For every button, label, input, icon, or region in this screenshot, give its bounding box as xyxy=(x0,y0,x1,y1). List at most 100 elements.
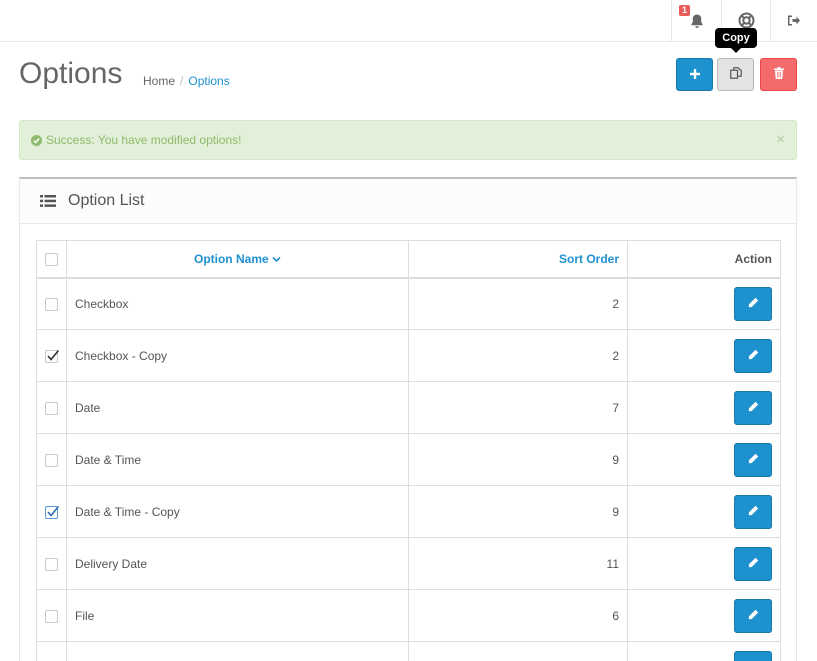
notifications-button[interactable]: 1 xyxy=(671,0,721,41)
trash-icon xyxy=(773,67,784,82)
row-checkbox[interactable] xyxy=(45,349,60,363)
sort-order-cell: 6 xyxy=(408,589,628,642)
breadcrumb-separator: / xyxy=(180,74,184,88)
life-ring-icon xyxy=(738,12,755,29)
select-all-checkbox[interactable] xyxy=(45,252,58,266)
checkmark-icon xyxy=(47,505,60,517)
option-name-cell xyxy=(66,641,409,661)
option-name-header: Option Name xyxy=(66,240,409,279)
chevron-down-icon xyxy=(272,252,281,266)
edit-button[interactable] xyxy=(734,598,772,633)
copy-icon xyxy=(729,67,742,82)
page-title: Options xyxy=(19,57,123,90)
sort-order-header: Sort Order xyxy=(408,240,628,279)
breadcrumb-home-link[interactable]: Home xyxy=(143,74,175,88)
copy-button[interactable] xyxy=(717,58,754,91)
action-cell xyxy=(627,381,781,434)
edit-button[interactable] xyxy=(734,650,772,661)
option-name-cell: Date xyxy=(66,381,409,434)
sort-by-order-link[interactable]: Sort Order xyxy=(559,252,619,266)
action-cell xyxy=(627,537,781,590)
breadcrumb: Home / Options xyxy=(143,74,230,88)
pencil-icon xyxy=(748,297,759,311)
row-checkbox[interactable] xyxy=(45,609,58,623)
edit-button[interactable] xyxy=(734,338,772,373)
checkmark-icon xyxy=(47,349,60,361)
success-alert: Success: You have modified options! × xyxy=(19,120,797,160)
check-circle-icon xyxy=(31,134,42,146)
plus-icon xyxy=(689,68,700,82)
panel-title: Option List xyxy=(68,192,145,209)
table-row: Checkbox - Copy 2 xyxy=(36,329,781,382)
alert-close-button[interactable]: × xyxy=(776,132,785,148)
action-cell xyxy=(627,641,781,661)
row-select-cell xyxy=(36,641,67,661)
list-icon xyxy=(40,195,56,207)
tooltip-arrow xyxy=(731,48,741,53)
panel-heading: Option List xyxy=(20,179,796,224)
pencil-icon xyxy=(748,505,759,519)
edit-button[interactable] xyxy=(734,286,772,321)
edit-button[interactable] xyxy=(734,390,772,425)
sort-by-name-link[interactable]: Option Name xyxy=(194,252,281,266)
option-name-cell: Checkbox - Copy xyxy=(66,329,409,382)
sort-order-cell: 2 xyxy=(408,277,628,330)
table-row: Date 7 xyxy=(36,381,781,434)
logout-button[interactable] xyxy=(770,0,817,41)
table-row: Date & Time 9 xyxy=(36,433,781,486)
select-all-cell xyxy=(36,240,67,279)
row-checkbox[interactable] xyxy=(45,557,58,571)
delete-button[interactable] xyxy=(760,58,797,91)
sort-order-cell xyxy=(408,641,628,661)
row-checkbox[interactable] xyxy=(45,505,60,519)
row-select-cell xyxy=(36,589,67,642)
option-name-cell: File xyxy=(66,589,409,642)
pencil-icon xyxy=(748,609,759,623)
action-cell xyxy=(627,433,781,486)
row-checkbox[interactable] xyxy=(45,401,58,415)
action-cell xyxy=(627,589,781,642)
pencil-icon xyxy=(748,453,759,467)
row-checkbox[interactable] xyxy=(45,297,58,311)
notification-badge: 1 xyxy=(679,5,691,16)
row-select-cell xyxy=(36,329,67,382)
breadcrumb-options-link[interactable]: Options xyxy=(188,74,229,88)
row-checkbox[interactable] xyxy=(45,453,58,467)
row-select-cell xyxy=(36,381,67,434)
sort-order-cell: 9 xyxy=(408,433,628,486)
pencil-icon xyxy=(748,349,759,363)
sort-order-cell: 2 xyxy=(408,329,628,382)
top-navbar: 1 xyxy=(0,0,817,42)
table-row: Delivery Date 11 xyxy=(36,537,781,590)
action-cell xyxy=(627,485,781,538)
row-select-cell xyxy=(36,485,67,538)
sort-order-cell: 11 xyxy=(408,537,628,590)
table-header-row: Option Name Sort Order Action xyxy=(36,240,781,279)
row-select-cell xyxy=(36,277,67,330)
add-new-button[interactable] xyxy=(676,58,713,91)
alert-message: Success: You have modified options! xyxy=(46,133,242,147)
sort-order-cell: 9 xyxy=(408,485,628,538)
pencil-icon xyxy=(748,557,759,571)
action-cell xyxy=(627,277,781,330)
table-row: Date & Time - Copy 9 xyxy=(36,485,781,538)
row-select-cell xyxy=(36,537,67,590)
row-select-cell xyxy=(36,433,67,486)
bell-icon xyxy=(689,13,705,29)
pencil-icon xyxy=(748,401,759,415)
sign-out-icon xyxy=(787,14,801,27)
edit-button[interactable] xyxy=(734,442,772,477)
table-row: File 6 xyxy=(36,589,781,642)
action-header: Action xyxy=(627,240,781,279)
edit-button[interactable] xyxy=(734,494,772,529)
options-table: Option Name Sort Order Action Checkbox 2 C… xyxy=(36,240,781,661)
option-name-cell: Date & Time xyxy=(66,433,409,486)
option-list-panel: Option List Option Name Sort Order Actio… xyxy=(19,177,797,661)
action-cell xyxy=(627,329,781,382)
edit-button[interactable] xyxy=(734,546,772,581)
option-name-cell: Checkbox xyxy=(66,277,409,330)
option-name-cell: Delivery Date xyxy=(66,537,409,590)
sort-order-cell: 7 xyxy=(408,381,628,434)
option-name-cell: Date & Time - Copy xyxy=(66,485,409,538)
table-row xyxy=(36,641,781,661)
